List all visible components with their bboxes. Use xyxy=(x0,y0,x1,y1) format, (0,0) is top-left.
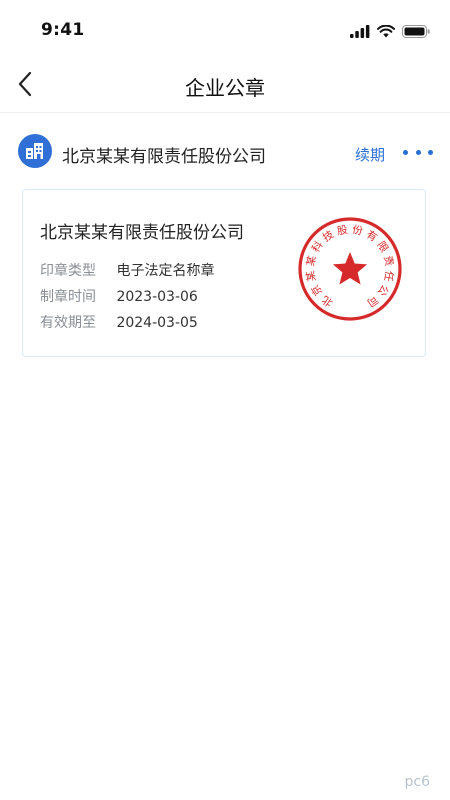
expiry-date-row: 有效期至 2024-03-05 xyxy=(40,312,198,332)
seal-card[interactable]: 北京某某有限责任股份公司 印章类型 电子法定名称章 制章时间 2023-03-0… xyxy=(22,189,426,357)
seal-character: 任 xyxy=(381,270,396,283)
wifi-icon xyxy=(377,24,395,37)
seal-character: 股 xyxy=(336,224,349,238)
more-options-icon[interactable] xyxy=(403,142,433,162)
expiry-date-value: 2024-03-05 xyxy=(116,315,198,331)
status-bar: 9:41 xyxy=(0,0,450,56)
created-date-row: 制章时间 2023-03-06 xyxy=(40,286,198,306)
created-date-value: 2023-03-06 xyxy=(116,289,198,305)
battery-icon xyxy=(402,24,430,38)
seal-type-row: 印章类型 电子法定名称章 xyxy=(40,260,214,280)
expiry-date-label: 有效期至 xyxy=(40,315,96,331)
more-dot xyxy=(403,149,408,155)
signal-icon xyxy=(350,24,370,38)
company-name: 北京某某有限责任股份公司 xyxy=(62,147,266,167)
seal-character: 有 xyxy=(364,228,380,245)
seal-character: 公 xyxy=(375,282,391,298)
seal-type-value: 电子法定名称章 xyxy=(116,263,215,279)
seal-type-label: 印章类型 xyxy=(40,263,96,279)
status-time: 9:41 xyxy=(41,20,85,40)
company-building-icon xyxy=(18,134,52,168)
seal-character: 责 xyxy=(381,254,396,267)
seal-character: 某 xyxy=(305,254,319,267)
company-header: 北京某某有限责任股份公司 续期 xyxy=(0,130,450,176)
seal-character: 京 xyxy=(308,282,325,298)
seal-character: 科 xyxy=(309,238,326,254)
seal-character: 份 xyxy=(351,224,364,238)
seal-character: 限 xyxy=(374,239,390,255)
watermark: pc6 xyxy=(404,774,431,790)
seal-character: 北 xyxy=(319,293,335,309)
page-title: 企业公章 xyxy=(185,76,265,100)
seal-card-title: 北京某某有限责任股份公司 xyxy=(40,223,244,243)
more-dot xyxy=(428,149,433,155)
navigation-bar: 企业公章 xyxy=(0,56,450,113)
created-date-label: 制章时间 xyxy=(40,289,96,305)
more-dot xyxy=(415,149,421,155)
company-seal-image: 北京某某科技股份有限责任公司 xyxy=(298,217,402,321)
renew-button[interactable]: 续期 xyxy=(355,144,385,165)
seal-character: 技 xyxy=(320,227,336,244)
status-icons xyxy=(350,24,430,38)
seal-character: 司 xyxy=(365,293,380,309)
seal-character: 某 xyxy=(305,269,319,282)
